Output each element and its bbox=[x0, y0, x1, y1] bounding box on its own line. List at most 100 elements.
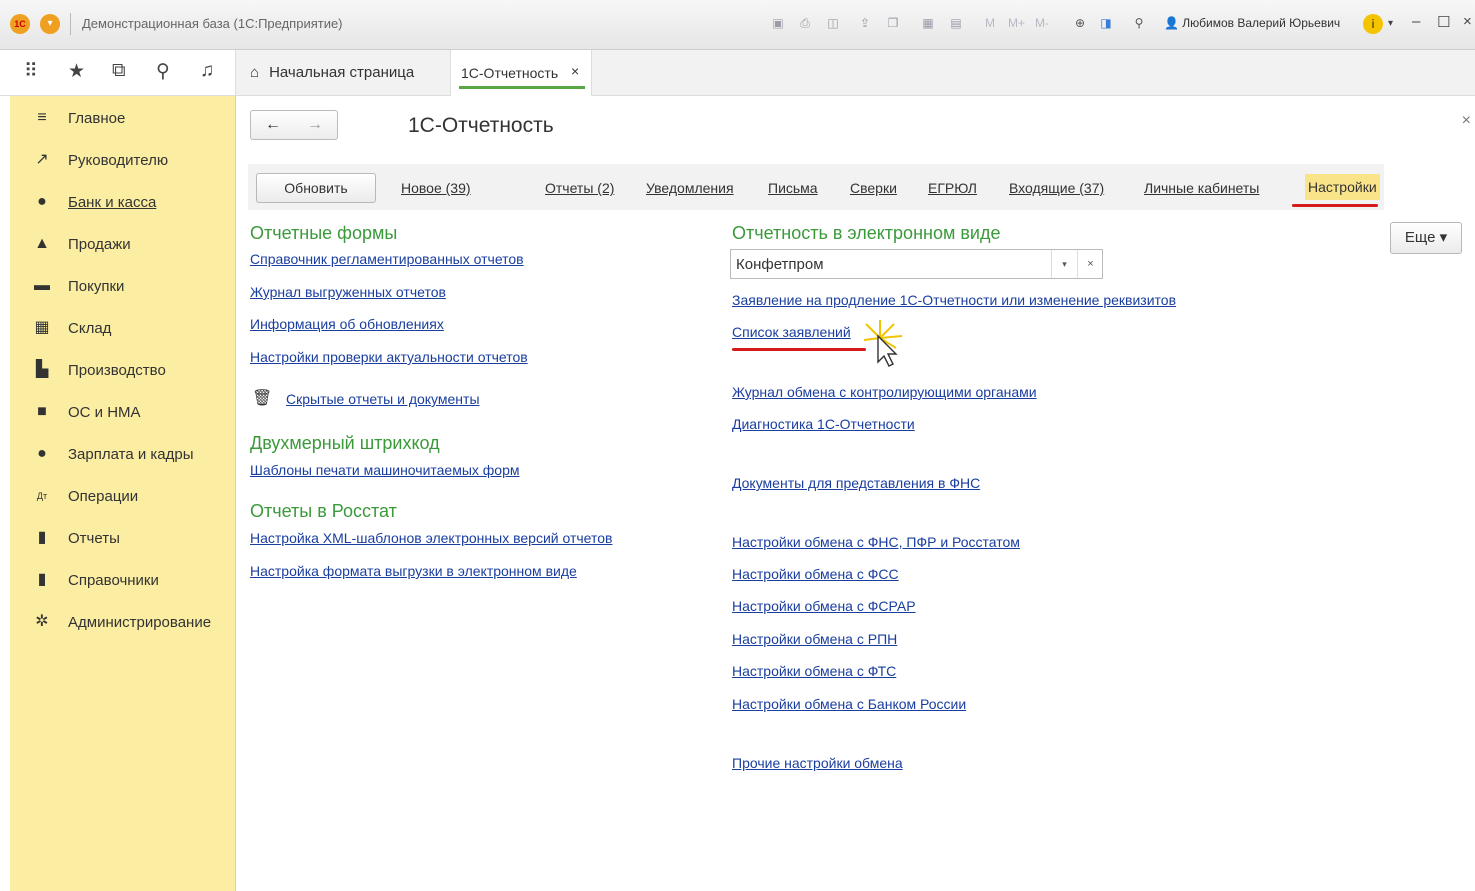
more-button[interactable]: Еще ▾ bbox=[1390, 222, 1462, 254]
preview-icon[interactable]: ◫ bbox=[825, 15, 841, 31]
window-titlebar: 1С ▾ Демонстрационная база (1С:Предприят… bbox=[0, 0, 1475, 50]
trend-chart-icon: ↗ bbox=[35, 151, 49, 168]
sidebar-item-production[interactable]: ▙ Производство bbox=[10, 350, 234, 390]
link-export-format-settings[interactable]: Настройка формата выгрузки в электронном… bbox=[250, 563, 577, 579]
tab-1c-reporting[interactable]: 1С-Отчетность × bbox=[450, 50, 592, 96]
maximize-icon[interactable]: ☐ bbox=[1437, 13, 1450, 31]
sidebar-item-fixed-assets[interactable]: ■ ОС и НМА bbox=[10, 392, 234, 432]
link-hidden-reports[interactable]: Скрытые отчеты и документы bbox=[286, 391, 480, 407]
clear-icon[interactable]: × bbox=[1077, 250, 1103, 278]
separator bbox=[70, 13, 71, 35]
history-nav: ← → bbox=[250, 110, 338, 140]
link-other-exchange-settings[interactable]: Прочие настройки обмена bbox=[732, 755, 903, 771]
link-exchange-fts[interactable]: Настройки обмена с ФТС bbox=[732, 663, 896, 679]
panels-icon[interactable]: ◨ bbox=[1098, 15, 1114, 31]
warehouse-icon: ▦ bbox=[34, 319, 50, 336]
main-menu-chevron-icon[interactable]: ▾ bbox=[40, 14, 60, 34]
cmd-reconciliations[interactable]: Сверки bbox=[850, 180, 897, 196]
sidebar-item-label: Покупки bbox=[68, 278, 125, 295]
tools-icon[interactable]: ⚲ bbox=[1131, 15, 1147, 31]
back-arrow-icon[interactable]: ← bbox=[265, 116, 281, 134]
sidebar-item-label: Администрирование bbox=[68, 614, 212, 631]
sidebar-item-reports[interactable]: ▮ Отчеты bbox=[10, 518, 234, 558]
sidebar-item-main[interactable]: ≡ Главное bbox=[10, 98, 234, 138]
person-icon: ● bbox=[37, 445, 47, 462]
copy-icon[interactable]: ❐ bbox=[885, 15, 901, 31]
sidebar-item-warehouse[interactable]: ▦ Склад bbox=[10, 308, 234, 348]
info-icon[interactable]: i bbox=[1363, 14, 1383, 34]
organization-select[interactable]: Конфетпром ▾ × bbox=[730, 249, 1103, 279]
cmd-personal-accounts[interactable]: Личные кабинеты bbox=[1144, 180, 1259, 196]
tab-close-icon[interactable]: × bbox=[571, 63, 579, 79]
link-exchange-fns-pfr-rosstat[interactable]: Настройки обмена с ФНС, ПФР и Росстатом bbox=[732, 534, 1020, 550]
favorites-star-icon[interactable]: ★ bbox=[68, 60, 85, 83]
truck-icon: ■ bbox=[37, 403, 47, 420]
save-icon[interactable]: ▣ bbox=[770, 15, 786, 31]
minimize-icon[interactable]: – bbox=[1412, 13, 1420, 30]
shopping-bag-icon: ▲ bbox=[34, 235, 50, 252]
sidebar-item-label: Производство bbox=[68, 362, 166, 379]
app-logo-icon[interactable]: 1С bbox=[10, 14, 30, 34]
sections-sidebar: ≡ Главное ↗ Руководителю ● Банк и касса … bbox=[10, 96, 236, 891]
bar-chart-icon: ▮ bbox=[37, 529, 47, 546]
history-icon[interactable]: ⧉ bbox=[112, 60, 126, 82]
search-icon[interactable]: ⚲ bbox=[156, 60, 170, 83]
link-exchange-bank-of-russia[interactable]: Настройки обмена с Банком России bbox=[732, 696, 966, 712]
organization-value: Конфетпром bbox=[736, 256, 824, 273]
notifications-bell-icon[interactable]: ♫ bbox=[200, 60, 214, 82]
close-window-icon[interactable]: × bbox=[1463, 13, 1472, 30]
link-diagnostics[interactable]: Диагностика 1С-Отчетности bbox=[732, 416, 915, 432]
link-fns-documents[interactable]: Документы для представления в ФНС bbox=[732, 475, 980, 491]
link-exchange-rpn[interactable]: Настройки обмена с РПН bbox=[732, 631, 897, 647]
link-xml-templates-settings[interactable]: Настройка XML-шаблонов электронных верси… bbox=[250, 530, 612, 546]
link-exchange-fsrar[interactable]: Настройки обмена с ФСРАР bbox=[732, 598, 916, 614]
cmd-settings[interactable]: Настройки bbox=[1305, 174, 1380, 200]
link-exchange-journal[interactable]: Журнал обмена с контролирующими органами bbox=[732, 384, 1037, 400]
link-exchange-fss[interactable]: Настройки обмена с ФСС bbox=[732, 566, 899, 582]
calculator-icon[interactable]: ▦ bbox=[920, 15, 936, 31]
link-relevance-check-settings[interactable]: Настройки проверки актуальности отчетов bbox=[250, 349, 528, 365]
print-icon[interactable]: ⎙ bbox=[797, 15, 813, 31]
link-regulated-reports-directory[interactable]: Справочник регламентированных отчетов bbox=[250, 251, 524, 267]
cmd-incoming[interactable]: Входящие (37) bbox=[1009, 180, 1104, 196]
active-tab-indicator bbox=[459, 86, 585, 89]
all-functions-grid-icon[interactable]: ⠿ bbox=[24, 60, 38, 83]
sidebar-item-manager[interactable]: ↗ Руководителю bbox=[10, 140, 234, 180]
link-update-info[interactable]: Информация об обновлениях bbox=[250, 316, 444, 332]
sidebar-item-salary[interactable]: ● Зарплата и кадры bbox=[10, 434, 234, 474]
cmd-reports[interactable]: Отчеты (2) bbox=[545, 180, 614, 196]
forward-arrow-icon[interactable]: → bbox=[307, 116, 323, 134]
memory-plus-button[interactable]: M+ bbox=[1008, 16, 1025, 30]
dropdown-icon[interactable]: ▾ bbox=[1388, 18, 1393, 29]
menu-lines-icon: ≡ bbox=[37, 109, 47, 126]
current-user[interactable]: 👤 Любимов Валерий Юрьевич bbox=[1164, 16, 1340, 30]
calendar-icon[interactable]: ▤ bbox=[948, 15, 964, 31]
link-machine-readable-templates[interactable]: Шаблоны печати машиночитаемых форм bbox=[250, 462, 520, 478]
section-heading-report-forms: Отчетные формы bbox=[250, 223, 398, 243]
cmd-letters[interactable]: Письма bbox=[768, 180, 818, 196]
close-form-icon[interactable]: × bbox=[1462, 112, 1471, 130]
link-applications-list[interactable]: Список заявлений bbox=[732, 324, 851, 340]
upload-icon[interactable]: ⇪ bbox=[857, 15, 873, 31]
sidebar-item-operations[interactable]: Дт Операции bbox=[10, 476, 234, 516]
refresh-button[interactable]: Обновить bbox=[256, 173, 376, 203]
zoom-icon[interactable]: ⊕ bbox=[1072, 15, 1088, 31]
sidebar-item-bank[interactable]: ● Банк и касса bbox=[10, 182, 234, 222]
cmd-egrul[interactable]: ЕГРЮЛ bbox=[928, 180, 977, 196]
cmd-notifications[interactable]: Уведомления bbox=[646, 180, 734, 196]
sidebar-item-sales[interactable]: ▲ Продажи bbox=[10, 224, 234, 264]
tab-home[interactable]: ⌂ Начальная страница bbox=[250, 64, 414, 81]
link-exported-reports-log[interactable]: Журнал выгруженных отчетов bbox=[250, 284, 446, 300]
cmd-new[interactable]: Новое (39) bbox=[401, 180, 471, 196]
memory-minus-button[interactable]: M- bbox=[1035, 16, 1049, 30]
sidebar-item-directories[interactable]: ▮ Справочники bbox=[10, 560, 234, 600]
cart-icon: ▬ bbox=[34, 277, 50, 294]
tab-bar: ⌂ Начальная страница 1С-Отчетность × bbox=[236, 50, 1475, 96]
memory-button[interactable]: M bbox=[985, 16, 995, 30]
link-renewal-application[interactable]: Заявление на продление 1С-Отчетности или… bbox=[732, 292, 1176, 308]
sidebar-item-administration[interactable]: ✲ Администрирование bbox=[10, 602, 234, 642]
sidebar-item-purchases[interactable]: ▬ Покупки bbox=[10, 266, 234, 306]
dropdown-arrow-icon[interactable]: ▾ bbox=[1051, 250, 1077, 278]
sidebar-item-label: ОС и НМА bbox=[68, 404, 141, 421]
command-bar: Обновить Новое (39) Отчеты (2) Уведомлен… bbox=[248, 164, 1384, 210]
